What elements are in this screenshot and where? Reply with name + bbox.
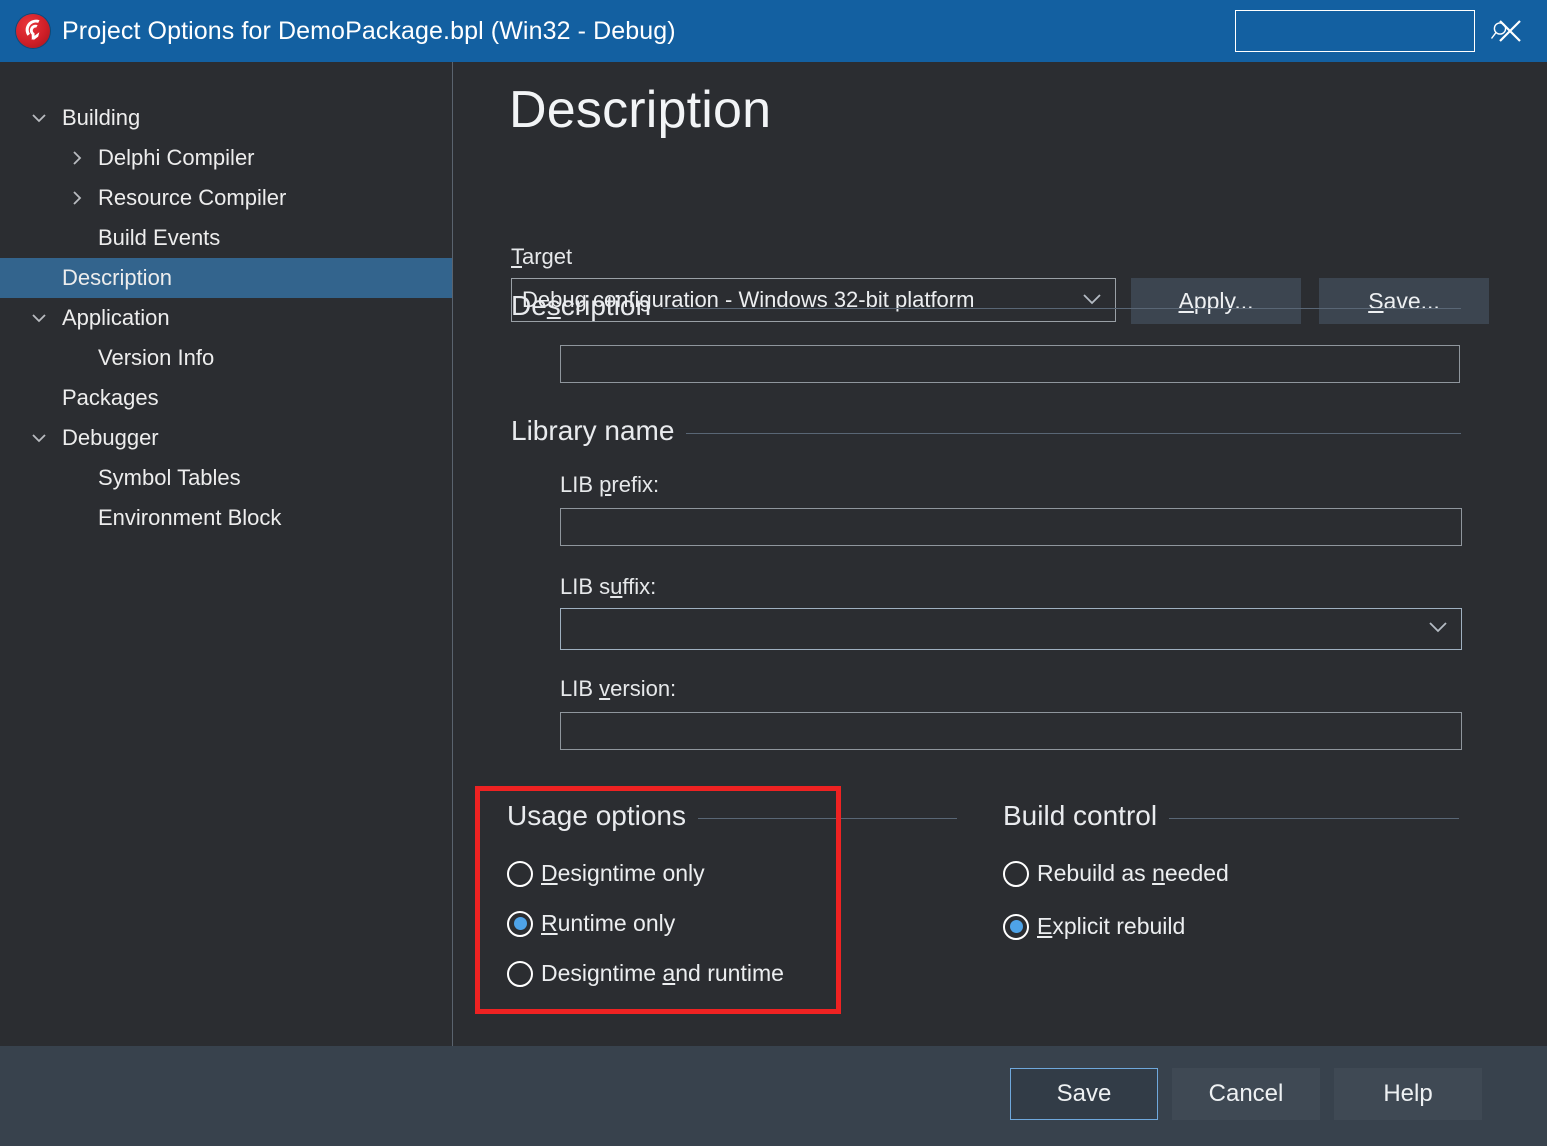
- sidebar-item-label: Delphi Compiler: [98, 145, 255, 170]
- radio-button-icon[interactable]: [1003, 913, 1029, 940]
- build-control-group-header: Build control: [1003, 800, 1459, 832]
- build-control-radio-1[interactable]: Explicit rebuild: [1003, 913, 1185, 940]
- build-control-group-title: Build control: [1003, 800, 1158, 831]
- chevron-right-icon[interactable]: [64, 178, 90, 218]
- group-rule: [1169, 817, 1459, 819]
- search-box[interactable]: [1235, 10, 1507, 52]
- accelerator-key: D: [541, 860, 558, 886]
- label-pre: Rebuild as: [1037, 860, 1153, 886]
- sidebar-item-building[interactable]: Building: [0, 98, 452, 138]
- usage-option-radio-label: Designtime only: [541, 860, 705, 887]
- sidebar-item-label: Building: [62, 105, 141, 130]
- save-button[interactable]: Save: [1010, 1068, 1158, 1120]
- label-post: nd runtime: [675, 960, 784, 986]
- group-rule: [698, 817, 957, 819]
- sidebar-item-label: Resource Compiler: [98, 185, 287, 210]
- library-name-group-header: Library name: [511, 415, 1461, 447]
- usage-option-radio-2[interactable]: Designtime and runtime: [507, 960, 784, 987]
- label-post: esigntime only: [557, 860, 705, 886]
- lib-prefix-label: LIB prefix:: [560, 472, 660, 497]
- lib-prefix-input[interactable]: [560, 508, 1462, 546]
- sidebar-item-delphi-compiler[interactable]: Delphi Compiler: [0, 138, 452, 178]
- sidebar-item-label: Packages: [62, 385, 159, 410]
- window-title: Project Options for DemoPackage.bpl (Win…: [62, 16, 676, 45]
- sidebar-item-description[interactable]: Description: [0, 258, 452, 298]
- sidebar-item-label: Symbol Tables: [98, 465, 241, 490]
- label-post: untime only: [557, 910, 676, 936]
- group-rule: [663, 307, 1461, 309]
- build-control-radio-label: Explicit rebuild: [1037, 913, 1185, 940]
- description-group-title: Description: [511, 290, 652, 321]
- description-input[interactable]: [560, 345, 1460, 383]
- radio-button-icon[interactable]: [507, 960, 533, 987]
- build-control-radio-0[interactable]: Rebuild as needed: [1003, 860, 1229, 887]
- sidebar-item-label: Application: [62, 305, 170, 330]
- chevron-down-icon[interactable]: [26, 98, 52, 138]
- group-rule: [686, 432, 1461, 434]
- footer-bar: Save Cancel Help: [0, 1046, 1547, 1146]
- page-title: Description: [509, 81, 772, 139]
- usage-option-radio-0[interactable]: Designtime only: [507, 860, 705, 887]
- usage-options-group-header: Usage options: [507, 800, 957, 832]
- label-post: xplicit rebuild: [1052, 913, 1186, 939]
- sidebar-item-build-events[interactable]: Build Events: [0, 218, 452, 258]
- sidebar-item-application[interactable]: Application: [0, 298, 452, 338]
- cancel-button[interactable]: Cancel: [1172, 1068, 1320, 1120]
- build-control-radio-label: Rebuild as needed: [1037, 860, 1229, 887]
- lib-suffix-label: LIB suffix:: [560, 574, 657, 599]
- sidebar-item-label: Environment Block: [98, 505, 282, 530]
- sidebar-tree: Building Delphi Compiler Resource Compiler…: [0, 62, 452, 1046]
- help-button[interactable]: Help: [1334, 1068, 1482, 1120]
- chevron-down-icon[interactable]: [26, 298, 52, 338]
- sidebar-item-label: Version Info: [98, 345, 215, 370]
- target-label: Target: [511, 244, 573, 269]
- usage-options-group-title: Usage options: [507, 800, 687, 831]
- usage-option-radio-label: Designtime and runtime: [541, 960, 784, 987]
- sidebar-item-environment-block[interactable]: Environment Block: [0, 498, 452, 538]
- description-group-header: Description: [511, 290, 1461, 322]
- accelerator-key: a: [662, 960, 676, 986]
- sidebar-item-resource-compiler[interactable]: Resource Compiler: [0, 178, 452, 218]
- usage-option-radio-label: Runtime only: [541, 910, 675, 937]
- chevron-down-icon[interactable]: [26, 418, 52, 458]
- sidebar-item-packages[interactable]: Packages: [0, 378, 452, 418]
- radio-button-icon[interactable]: [507, 860, 533, 887]
- lib-version-label: LIB version:: [560, 676, 677, 701]
- content-panel: Description Target Debug configuration -…: [453, 62, 1547, 1046]
- label-pre: Designtime: [541, 960, 663, 986]
- lib-suffix-combobox[interactable]: [560, 608, 1462, 650]
- accelerator-key: n: [1152, 860, 1165, 886]
- sidebar-item-label: Description: [62, 265, 173, 290]
- delphi-helmet-icon: [16, 14, 50, 48]
- sidebar-item-label: Build Events: [98, 225, 221, 250]
- sidebar-item-version-info[interactable]: Version Info: [0, 338, 452, 378]
- library-name-group-title: Library name: [511, 415, 675, 446]
- radio-button-icon[interactable]: [1003, 860, 1029, 887]
- radio-button-icon[interactable]: [507, 910, 533, 937]
- title-bar: Project Options for DemoPackage.bpl (Win…: [0, 0, 1547, 62]
- sidebar-item-symbol-tables[interactable]: Symbol Tables: [0, 458, 452, 498]
- close-icon[interactable]: [1487, 8, 1533, 54]
- accelerator-key: R: [541, 910, 558, 936]
- lib-version-input[interactable]: [560, 712, 1462, 750]
- usage-option-radio-1[interactable]: Runtime only: [507, 910, 675, 937]
- sidebar-item-debugger[interactable]: Debugger: [0, 418, 452, 458]
- search-input[interactable]: [1236, 11, 1484, 51]
- accelerator-key: E: [1037, 913, 1053, 939]
- label-post: eeded: [1164, 860, 1229, 886]
- chevron-down-icon: [1425, 617, 1451, 641]
- sidebar-item-label: Debugger: [62, 425, 159, 450]
- chevron-right-icon[interactable]: [64, 138, 90, 178]
